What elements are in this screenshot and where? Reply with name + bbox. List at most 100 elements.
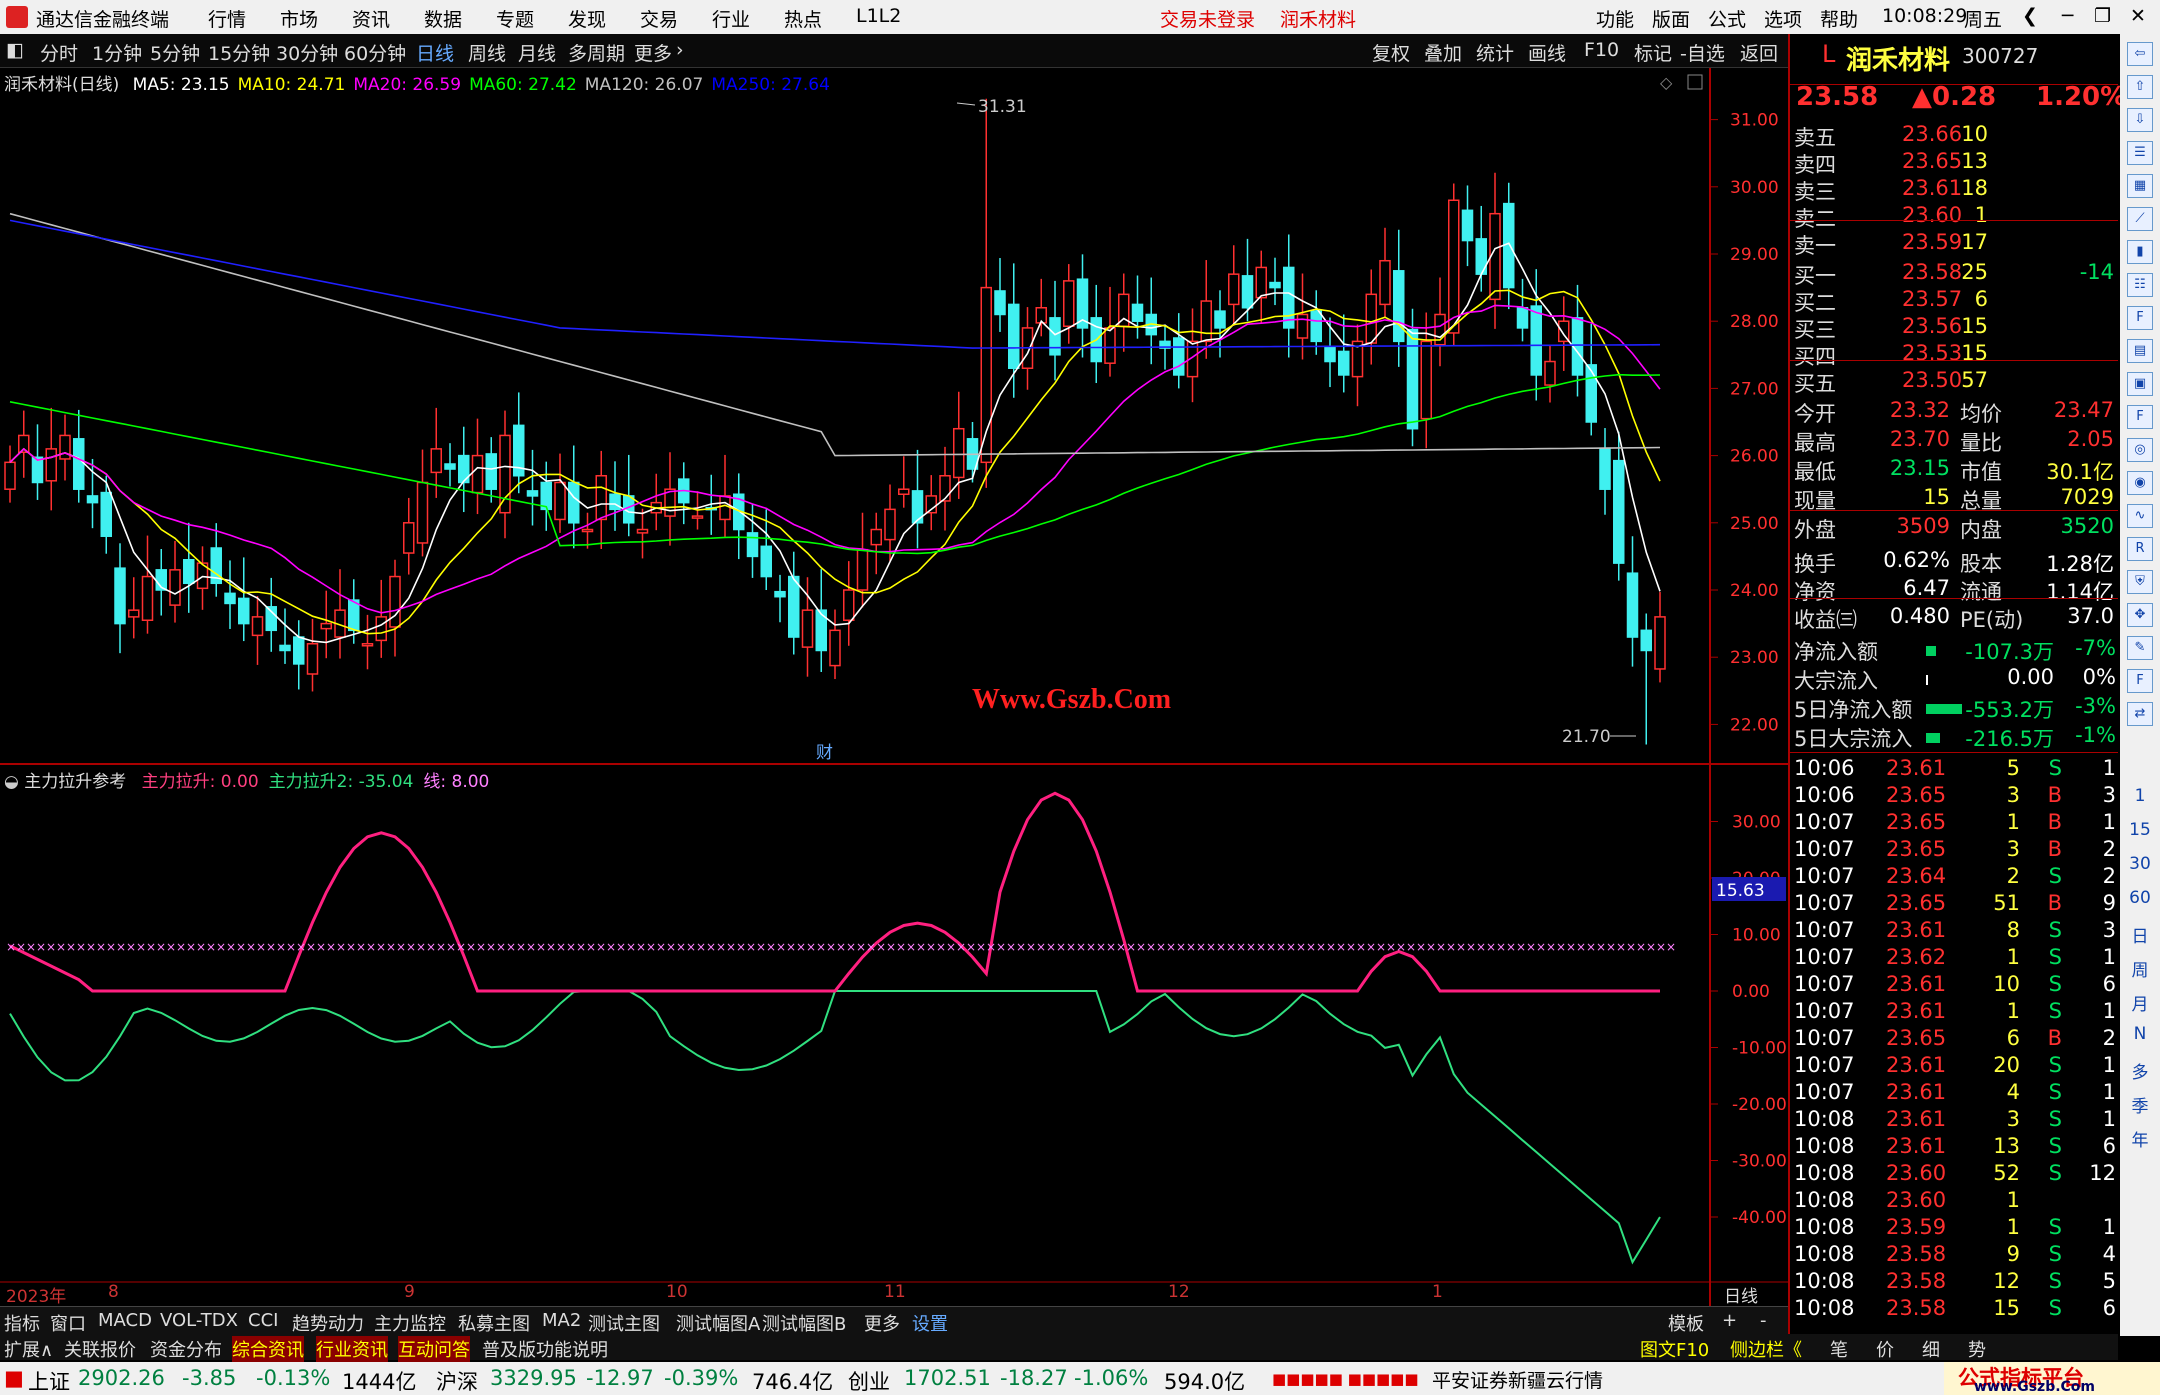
period-shortcut[interactable]: 日 (2120, 922, 2160, 947)
period-shortcut[interactable]: 年 (2120, 1126, 2160, 1151)
more-chevron-icon[interactable]: › (676, 39, 684, 61)
indicator-tab[interactable]: 指标 (4, 1310, 40, 1336)
panel-tab[interactable]: 细 (1922, 1336, 1940, 1362)
btn-fanhui[interactable]: 返回 (1740, 39, 1778, 66)
info-tab[interactable]: 资金分布 (150, 1336, 222, 1362)
period-shortcut[interactable]: 1 (2120, 786, 2160, 806)
btn-zixuan[interactable]: -自选 (1680, 39, 1725, 66)
indicator-tab[interactable]: CCI (248, 1310, 278, 1331)
move-icon[interactable]: ✥ (2127, 603, 2153, 627)
menu-hangqing[interactable]: 行情 (208, 5, 246, 32)
rsi-icon[interactable]: R (2127, 537, 2153, 561)
toggle-icon[interactable]: ◧ (6, 39, 24, 61)
shield-icon[interactable]: ⛨ (2127, 570, 2153, 594)
menu-gongneng[interactable]: 功能 (1596, 5, 1634, 32)
down-icon[interactable]: ⇩ (2127, 108, 2153, 132)
period-multi[interactable]: 多周期 (568, 39, 625, 66)
kline-chart[interactable]: 31.00 30.00 29.00 28.00 27.00 26.00 25.00 24.00… (0, 68, 1788, 1306)
restore-icon[interactable]: ❐ (2094, 5, 2111, 27)
btn-diejia[interactable]: 叠加 (1424, 39, 1462, 66)
panel-tab[interactable]: 图文F10 (1640, 1336, 1709, 1362)
menu-gongshi[interactable]: 公式 (1708, 5, 1746, 32)
menu-banmian[interactable]: 版面 (1652, 5, 1690, 32)
menu-zixun[interactable]: 资讯 (352, 5, 390, 32)
period-60min[interactable]: 60分钟 (344, 39, 406, 66)
period-shortcut[interactable]: 30 (2120, 854, 2160, 874)
indicator-tab[interactable]: 测试主图 (588, 1310, 660, 1336)
wave-icon[interactable]: ∿ (2127, 504, 2153, 528)
trade-login-status[interactable]: 交易未登录 (1160, 5, 1255, 32)
btn-fuquan[interactable]: 复权 (1372, 39, 1410, 66)
period-weekly[interactable]: 周线 (468, 39, 506, 66)
menu-jiaoyi[interactable]: 交易 (640, 5, 678, 32)
indicator-tab[interactable]: 窗口 (50, 1310, 86, 1336)
sh-name[interactable]: 上证 (28, 1366, 70, 1395)
news-icon[interactable]: ☷ (2127, 273, 2153, 297)
panel-tab[interactable]: 价 (1876, 1336, 1894, 1362)
menu-xuanxiang[interactable]: 选项 (1764, 5, 1802, 32)
cai-marker[interactable]: 财 (816, 743, 833, 763)
indicator-tab[interactable]: 趋势动力 (292, 1310, 364, 1336)
menu-bangzhu[interactable]: 帮助 (1820, 5, 1858, 32)
menu-hangye[interactable]: 行业 (712, 5, 750, 32)
indicator-tab[interactable]: VOL-TDX (160, 1310, 238, 1331)
back-icon[interactable]: ❮ (2022, 5, 2038, 27)
period-shortcut[interactable]: 15 (2120, 820, 2160, 840)
indicator-tab[interactable]: 私募主图 (458, 1310, 530, 1336)
menu-shichang[interactable]: 市场 (280, 5, 318, 32)
chart-icon[interactable]: ⟋ (2127, 207, 2153, 231)
period-shortcut[interactable]: N (2120, 1024, 2160, 1044)
calc-icon[interactable]: ▣ (2127, 372, 2153, 396)
indicator-tab[interactable]: 测试幅图B (762, 1310, 846, 1336)
eye-icon[interactable]: ◉ (2127, 471, 2153, 495)
period-shortcut[interactable]: 60 (2120, 888, 2160, 908)
menu-zhuanti[interactable]: 专题 (496, 5, 534, 32)
info-tab[interactable]: 行业资讯 (316, 1336, 388, 1362)
list-icon[interactable]: ☰ (2127, 141, 2153, 165)
close-icon[interactable]: ✕ (2130, 5, 2146, 27)
fs-icon[interactable]: F (2127, 669, 2153, 693)
period-monthly[interactable]: 月线 (518, 39, 556, 66)
period-shortcut[interactable]: 季 (2120, 1092, 2160, 1117)
period-1min[interactable]: 1分钟 (92, 39, 142, 66)
window-icon[interactable] (1687, 74, 1703, 90)
cy-name[interactable]: 创业 (848, 1366, 890, 1395)
period-15min[interactable]: 15分钟 (208, 39, 270, 66)
menu-redian[interactable]: 热点 (784, 5, 822, 32)
info-tab[interactable]: 综合资讯 (232, 1336, 304, 1362)
template-control[interactable]: - (1760, 1310, 1767, 1331)
minimize-icon[interactable]: ─ (2062, 5, 2073, 27)
f12-icon[interactable]: F (2127, 405, 2153, 429)
doc-icon[interactable]: ▤ (2127, 339, 2153, 363)
menu-shuju[interactable]: 数据 (424, 5, 462, 32)
btn-huaxian[interactable]: 画线 (1528, 39, 1566, 66)
btn-tongji[interactable]: 统计 (1476, 39, 1514, 66)
btn-biaoji[interactable]: 标记 (1634, 39, 1672, 66)
period-more[interactable]: 更多 (634, 39, 672, 66)
menu-l1l2[interactable]: L1L2 (856, 5, 901, 27)
indicator-tab[interactable]: 测试幅图A (676, 1310, 760, 1336)
template-control[interactable]: 模板 (1668, 1310, 1704, 1336)
indicator-tab[interactable]: MACD (98, 1310, 152, 1331)
up-icon[interactable]: ⇧ (2127, 75, 2153, 99)
panel-tab[interactable]: 势 (1968, 1336, 1986, 1362)
template-control[interactable]: + (1722, 1310, 1737, 1331)
indicator-toggle-icon[interactable]: ◒ (4, 772, 19, 792)
btn-f10[interactable]: F10 (1584, 39, 1619, 61)
period-shortcut[interactable]: 月 (2120, 990, 2160, 1015)
info-tab[interactable]: 普及版功能说明 (482, 1336, 608, 1362)
menu-faxian[interactable]: 发现 (568, 5, 606, 32)
period-daily[interactable]: 日线 (416, 39, 454, 66)
candle-icon[interactable]: ▮ (2127, 240, 2153, 264)
pen-icon[interactable]: ✎ (2127, 636, 2153, 660)
indicator-tab[interactable]: 更多 (864, 1310, 900, 1336)
indicator-tab[interactable]: 主力监控 (374, 1310, 446, 1336)
link-icon[interactable]: ⇄ (2127, 702, 2153, 726)
info-tab[interactable]: 关联报价 (64, 1336, 136, 1362)
panel-tab[interactable]: 笔 (1830, 1336, 1848, 1362)
indicator-tab[interactable]: 设置 (912, 1310, 948, 1336)
indicator-tab[interactable]: MA2 (542, 1310, 581, 1331)
period-fenshi[interactable]: 分时 (40, 39, 78, 66)
diamond-icon[interactable]: ◇ (1660, 73, 1673, 92)
f10-icon[interactable]: F (2127, 306, 2153, 330)
